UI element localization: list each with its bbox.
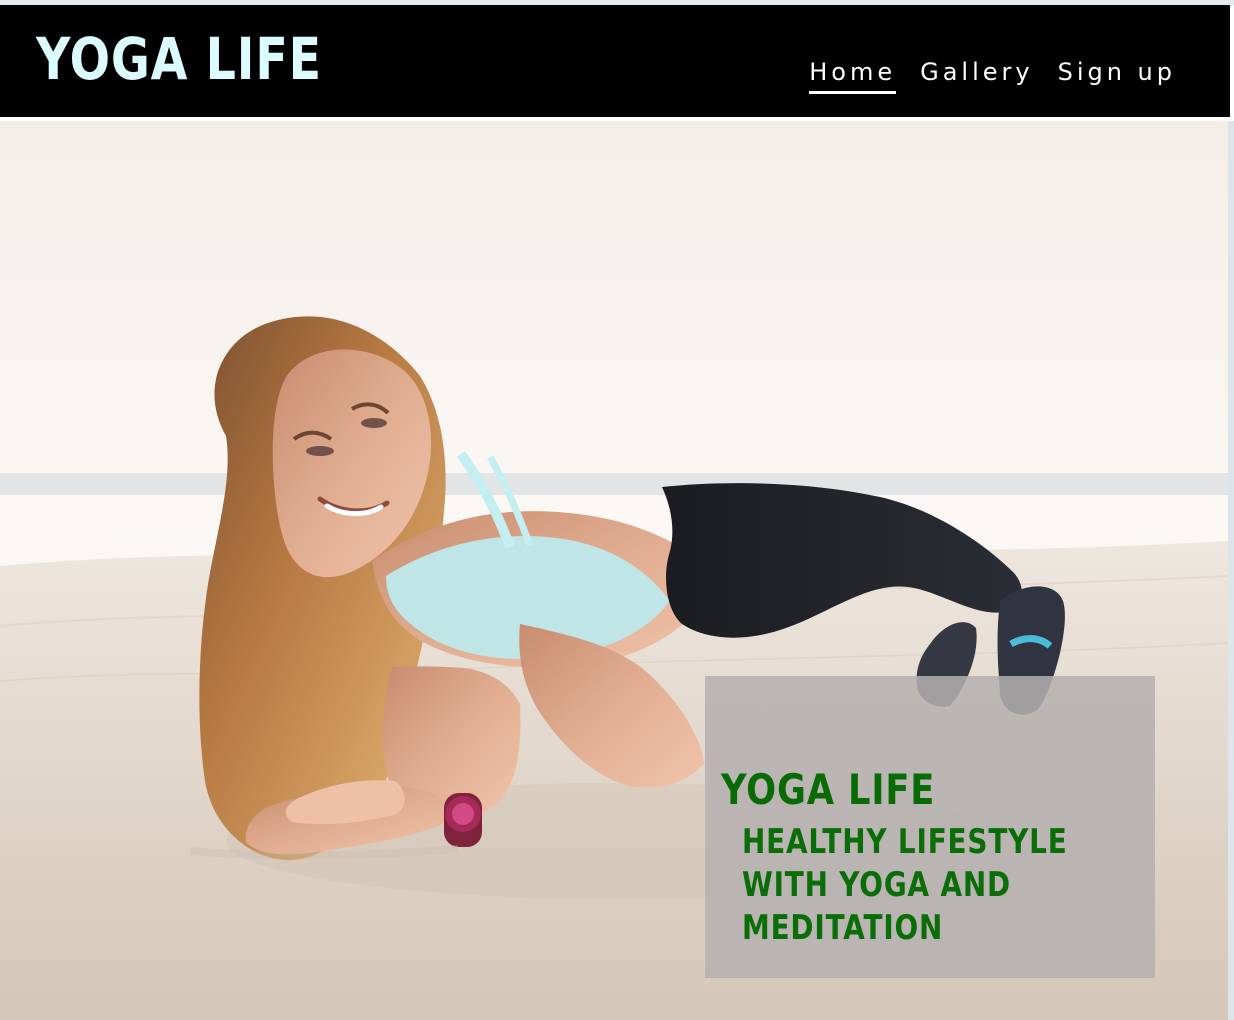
site-header: YOGA LIFE Home Gallery Sign up	[0, 5, 1230, 117]
main-navigation: Home Gallery Sign up	[809, 57, 1176, 94]
hero-caption-box: YOGA LIFE HEALTHY LIFESTYLE WITH YOGA AN…	[705, 676, 1155, 978]
hero-subtitle: HEALTHY LIFESTYLE WITH YOGA AND MEDITATI…	[742, 821, 1103, 950]
nav-signup-link[interactable]: Sign up	[1058, 57, 1176, 91]
hero-section: YOGA LIFE HEALTHY LIFESTYLE WITH YOGA AN…	[0, 121, 1228, 1020]
nav-gallery-link[interactable]: Gallery	[920, 57, 1033, 91]
hero-subtitle-line-3: MEDITATION	[742, 908, 944, 948]
hero-subtitle-line-1: HEALTHY LIFESTYLE	[742, 822, 1068, 862]
hero-title: YOGA LIFE	[721, 765, 936, 815]
site-logo[interactable]: YOGA LIFE	[36, 23, 322, 95]
page: YOGA LIFE Home Gallery Sign up YOGA LIFE…	[0, 0, 1234, 1020]
hero-right-edge	[1228, 121, 1234, 1020]
hero-subtitle-line-2: WITH YOGA AND	[742, 865, 1011, 905]
nav-home-link[interactable]: Home	[809, 57, 897, 94]
